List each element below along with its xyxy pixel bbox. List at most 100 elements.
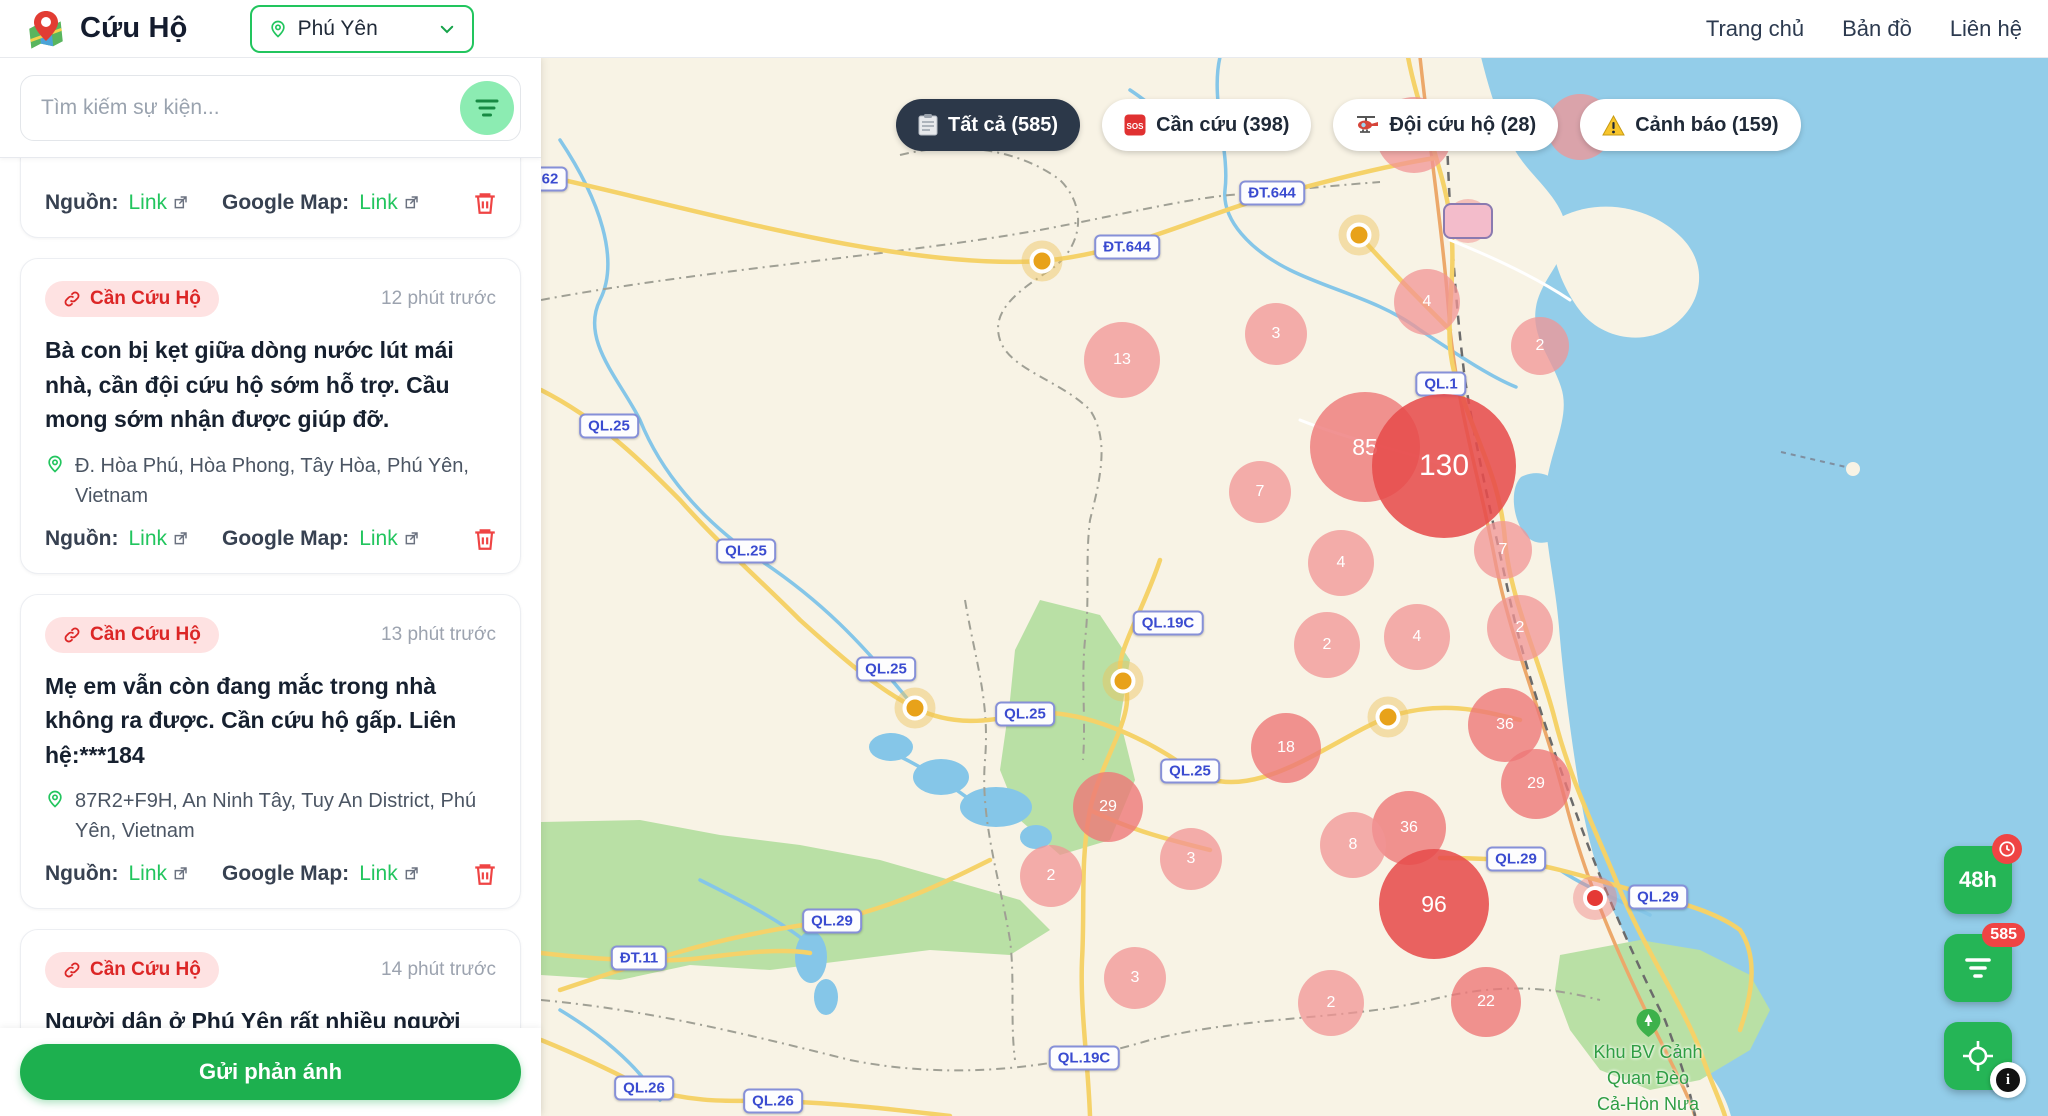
sos-icon: SOS: [1124, 114, 1146, 136]
source-link[interactable]: Link: [128, 862, 188, 886]
location-dropdown[interactable]: Phú Yên: [250, 5, 474, 53]
road-label: QL.19C: [1133, 611, 1204, 636]
map-cluster[interactable]: 4: [1384, 604, 1450, 670]
nav-map[interactable]: Bản đồ: [1842, 16, 1912, 42]
source-label: Nguồn:: [45, 527, 118, 551]
app-title: Cứu Hộ: [80, 12, 188, 45]
filter-rescue-team-label: Đội cứu hộ (28): [1389, 114, 1536, 137]
filter-all-button[interactable]: Tất cả (585): [896, 99, 1080, 151]
map-cluster[interactable]: 2: [1298, 970, 1364, 1036]
map-pin-icon: [45, 789, 65, 809]
map-cluster[interactable]: 3: [1104, 947, 1166, 1009]
road-label: QL.25: [995, 702, 1055, 727]
map-cluster[interactable]: 2: [1487, 595, 1553, 661]
sidebar-footer: Gửi phản ánh: [0, 1028, 541, 1116]
crosshair-icon: [1961, 1039, 1995, 1073]
timestamp: 13 phút trước: [381, 624, 496, 646]
map-filter-button[interactable]: 585: [1944, 934, 2012, 1002]
source-link[interactable]: Link: [128, 527, 188, 551]
road-label: QL.25: [856, 657, 916, 682]
event-point-marker[interactable]: [1456, 209, 1480, 233]
event-dot-marker[interactable]: [903, 696, 928, 721]
search-input[interactable]: [21, 96, 520, 120]
map-cluster[interactable]: 2: [1511, 317, 1569, 375]
event-card[interactable]: Nguồn: Link Google Map: Link: [20, 158, 521, 238]
source-link[interactable]: Link: [128, 191, 188, 215]
road-label: QL.19C: [1049, 1046, 1120, 1071]
map-cluster[interactable]: 22: [1451, 967, 1521, 1037]
map-cluster[interactable]: 4: [1394, 269, 1460, 335]
event-title: Người dân ở Phú Yên rất nhiều người cầu …: [45, 1004, 496, 1028]
external-link-icon: [172, 195, 188, 211]
event-card-list[interactable]: Nguồn: Link Google Map: Link Cần Cứu Hộ …: [0, 158, 541, 1028]
submit-report-button[interactable]: Gửi phản ánh: [20, 1044, 521, 1100]
sidebar: Nguồn: Link Google Map: Link Cần Cứu Hộ …: [0, 57, 541, 1116]
clock-badge-icon: [1992, 834, 2022, 864]
delete-button[interactable]: [470, 188, 500, 221]
time-range-label: 48h: [1959, 867, 1997, 893]
map-cluster[interactable]: 96: [1379, 849, 1489, 959]
delete-button[interactable]: [470, 859, 500, 892]
status-badge: Cần Cứu Hộ: [45, 617, 219, 653]
event-dot-marker[interactable]: [1111, 669, 1136, 694]
event-card[interactable]: Cần Cứu Hộ 12 phút trước Bà con bị kẹt g…: [20, 258, 521, 574]
map-cluster[interactable]: 2: [1294, 612, 1360, 678]
gmap-link[interactable]: Link: [359, 191, 419, 215]
poi-line: Cả-Hòn Nưa: [1593, 1091, 1702, 1116]
gmap-label: Google Map:: [222, 862, 349, 886]
map-cluster[interactable]: 4: [1308, 530, 1374, 596]
status-badge: Cần Cứu Hộ: [45, 281, 219, 317]
road-label: ĐT.11: [611, 946, 667, 971]
road-label: 62: [541, 167, 567, 192]
filter-lines-icon: [474, 97, 500, 119]
gmap-link[interactable]: Link: [359, 527, 419, 551]
nav-contact[interactable]: Liên hệ: [1950, 16, 2022, 42]
source-label: Nguồn:: [45, 191, 118, 215]
event-dot-marker[interactable]: [1376, 705, 1401, 730]
event-dot-marker[interactable]: [1347, 223, 1372, 248]
map-cluster[interactable]: 3: [1160, 828, 1222, 890]
filter-warning-label: Cảnh báo (159): [1635, 114, 1778, 137]
search-filter-button[interactable]: [460, 81, 514, 135]
map-cluster[interactable]: 2: [1020, 845, 1082, 907]
filter-rescue-needed-button[interactable]: SOS Cần cứu (398): [1102, 99, 1311, 151]
filter-rescue-team-button[interactable]: Đội cứu hộ (28): [1333, 99, 1558, 151]
tree-pin-icon: [1636, 1009, 1660, 1037]
map-cluster[interactable]: 3: [1245, 303, 1307, 365]
map-cluster[interactable]: 29: [1501, 749, 1571, 819]
map-canvas[interactable]: 62ĐT.644ĐT.644QL.1QL.25QL.25QL.19CQL.25Q…: [541, 57, 2048, 1116]
map-cluster[interactable]: 29: [1073, 772, 1143, 842]
event-dot-marker[interactable]: [1030, 249, 1055, 274]
chevron-down-icon: [438, 20, 456, 38]
delete-button[interactable]: [470, 524, 500, 557]
svg-text:SOS: SOS: [1127, 122, 1145, 131]
event-card[interactable]: Cần Cứu Hộ 13 phút trước Mẹ em vẫn còn đ…: [20, 594, 521, 910]
event-point-marker[interactable]: [1583, 886, 1607, 910]
event-title: Bà con bị kẹt giữa dòng nước lút mái nhà…: [45, 333, 496, 437]
main-nav: Trang chủ Bản đồ Liên hệ: [1706, 16, 2022, 42]
external-link-icon: [403, 531, 419, 547]
map-pin-icon: [45, 454, 65, 474]
timestamp: 14 phút trước: [381, 959, 496, 981]
road-label: QL.29: [1486, 847, 1546, 872]
map-cluster[interactable]: 13: [1084, 322, 1160, 398]
gmap-link[interactable]: Link: [359, 862, 419, 886]
event-card[interactable]: Cần Cứu Hộ 14 phút trước Người dân ở Phú…: [20, 929, 521, 1028]
map-cluster[interactable]: 18: [1251, 713, 1321, 783]
event-title: Mẹ em vẫn còn đang mắc trong nhà không r…: [45, 669, 496, 773]
map-cluster[interactable]: 130: [1372, 394, 1516, 538]
trash-icon: [472, 861, 498, 887]
link-chain-icon: [63, 961, 81, 979]
time-range-48h-button[interactable]: 48h: [1944, 846, 2012, 914]
map-attribution-info-button[interactable]: i: [1990, 1062, 2026, 1098]
filter-lines-icon: [1963, 955, 1993, 981]
map-cluster[interactable]: 7: [1474, 521, 1532, 579]
filter-warning-button[interactable]: Cảnh báo (159): [1580, 99, 1800, 151]
nav-home[interactable]: Trang chủ: [1706, 16, 1804, 42]
location-dropdown-value: Phú Yên: [298, 17, 428, 41]
event-location: Đ. Hòa Phú, Hòa Phong, Tây Hòa, Phú Yên,…: [45, 451, 496, 511]
park-poi-label: Khu BV Cảnh Quan Đèo Cả-Hòn Nưa: [1593, 1009, 1702, 1116]
map-cluster[interactable]: 8: [1320, 812, 1386, 878]
map-cluster[interactable]: 7: [1229, 461, 1291, 523]
helicopter-icon: [1355, 114, 1379, 136]
